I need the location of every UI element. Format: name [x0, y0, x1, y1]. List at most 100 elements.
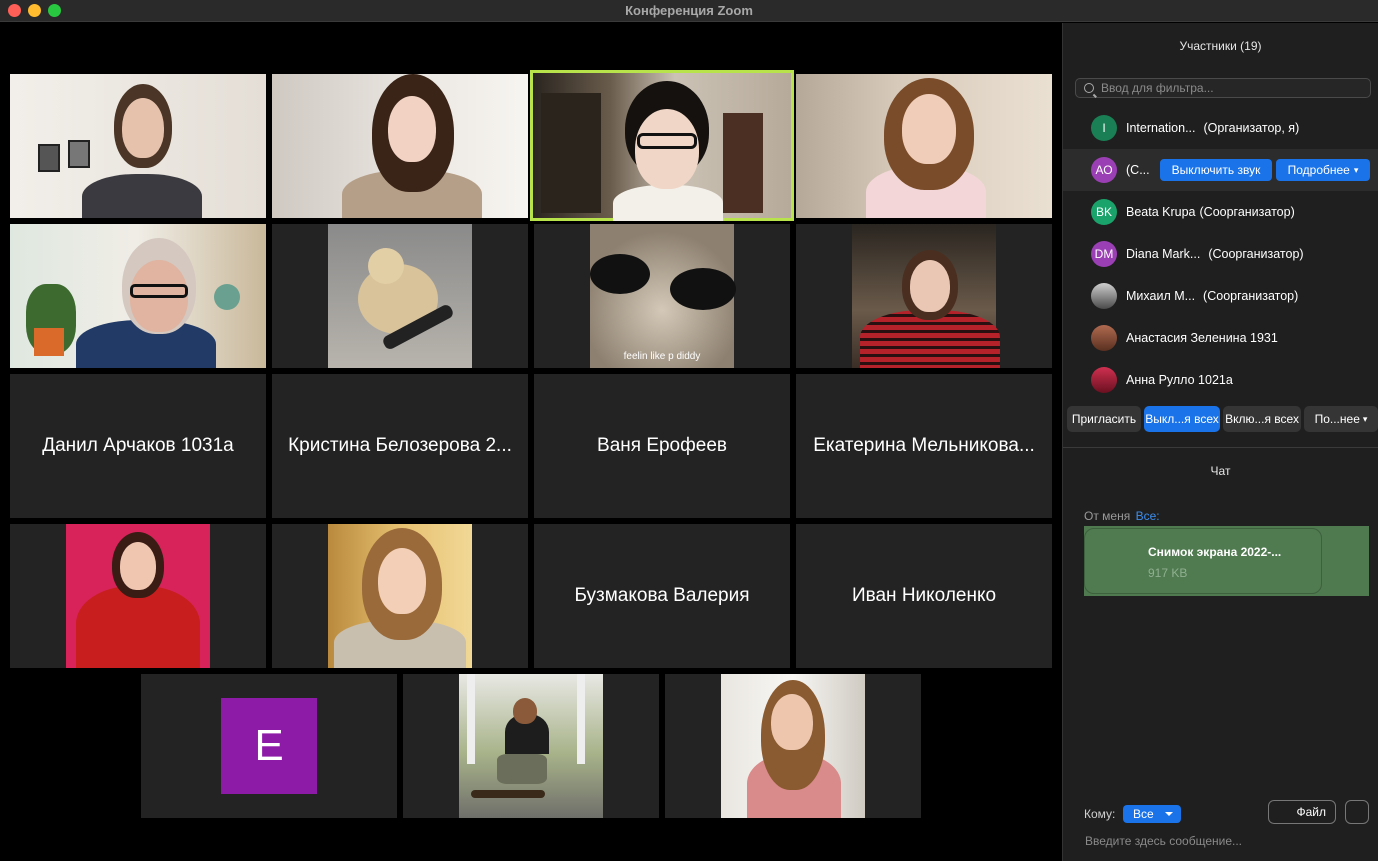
recipient-value: Все: [1133, 807, 1154, 821]
chat-message-input[interactable]: [1085, 834, 1365, 848]
video-tile[interactable]: [272, 224, 528, 368]
video-tile[interactable]: Данил Арчаков 1031а: [10, 374, 266, 518]
video-tile[interactable]: E: [141, 674, 397, 818]
video-tile[interactable]: Екатерина Мельникова...: [796, 374, 1052, 518]
file-name: Снимок экрана 2022-...: [1148, 545, 1282, 559]
more-actions-button[interactable]: По...нее ▾: [1304, 406, 1378, 432]
participant-avatar: E: [221, 698, 317, 794]
video-tile[interactable]: [272, 524, 528, 668]
participant-name: Екатерина Мельникова...: [813, 435, 1035, 456]
video-gallery: feelin like p diddy Данил Арчаков 1031а …: [0, 23, 1062, 861]
participant-avatar: BK: [1091, 199, 1117, 225]
video-tile[interactable]: [403, 674, 659, 818]
participant-video: [533, 73, 791, 221]
video-tile[interactable]: [10, 224, 266, 368]
participant-name: Бузмакова Валерия: [574, 585, 750, 606]
chat-more-button[interactable]: [1345, 800, 1369, 824]
video-tile[interactable]: [10, 74, 266, 218]
participant-row[interactable]: BK Beata Krupa (Соорганизатор): [1063, 191, 1378, 233]
video-tile[interactable]: Кристина Белозерова 2...: [272, 374, 528, 518]
video-tile[interactable]: Ваня Ерофеев: [534, 374, 790, 518]
participant-video: [328, 524, 472, 668]
participant-row[interactable]: АО (С... Выключить звук Подробнее ▾: [1063, 149, 1378, 191]
chat-file-attachment[interactable]: Снимок экрана 2022-... 917 KB: [1084, 526, 1369, 596]
participant-video: [10, 224, 266, 368]
video-tile[interactable]: feelin like p diddy: [534, 224, 790, 368]
participant-role: (Соорганизатор): [1208, 247, 1304, 261]
send-file-button[interactable]: Файл: [1268, 800, 1336, 824]
mute-all-button[interactable]: Выкл...я всех: [1144, 406, 1220, 432]
chevron-down-icon: ▾: [1353, 164, 1359, 175]
panel-divider: [1063, 447, 1378, 448]
participant-video: [10, 74, 266, 218]
participant-avatar-photo: [1091, 367, 1117, 393]
participants-title: Участники (19): [1179, 39, 1262, 53]
filter-input[interactable]: [1101, 81, 1351, 95]
participant-role: (Соорганизатор): [1199, 205, 1295, 219]
video-tile[interactable]: [665, 674, 921, 818]
file-preview: Снимок экрана 2022-... 917 KB: [1084, 528, 1322, 594]
more-actions-label: По...нее: [1314, 412, 1360, 426]
video-tile[interactable]: [272, 74, 528, 218]
participant-video: [66, 524, 210, 668]
participant-name: Иван Николенко: [851, 585, 997, 606]
participant-name: Ваня Ерофеев: [597, 435, 727, 456]
video-caption: feelin like p diddy: [623, 351, 701, 362]
participant-name: Diana Mark...: [1126, 247, 1201, 261]
chevron-down-icon: [1165, 812, 1173, 816]
participant-video: [796, 74, 1052, 218]
participant-avatar: АО: [1091, 157, 1117, 183]
participant-video: [721, 674, 865, 818]
active-speaker-tile[interactable]: [530, 70, 794, 221]
unmute-all-button[interactable]: Вклю...я всех: [1223, 406, 1301, 432]
participant-row[interactable]: I Internation... (Организатор, я): [1063, 107, 1378, 149]
participant-name: Анна Рулло 1021а: [1126, 373, 1233, 387]
participant-video: [272, 74, 528, 218]
participant-row[interactable]: Михаил М... (Соорганизатор): [1063, 275, 1378, 317]
participant-name: Анастасия Зеленина 1931: [1126, 331, 1278, 345]
recipient-select[interactable]: Все: [1123, 805, 1181, 823]
participant-row[interactable]: Анастасия Зеленина 1931: [1063, 317, 1378, 359]
participant-name: Internation...: [1126, 121, 1196, 135]
participant-name: Beata Krupa: [1126, 205, 1196, 219]
more-button-label: Подробнее: [1287, 163, 1350, 177]
participant-avatar-photo: [1091, 283, 1117, 309]
title-bar: Конференция Zoom: [0, 0, 1378, 22]
participant-video: [328, 224, 472, 368]
search-icon: [1084, 83, 1094, 93]
participant-filter[interactable]: [1075, 78, 1371, 98]
video-tile[interactable]: Иван Николенко: [796, 524, 1052, 668]
participant-avatar-photo: [1091, 325, 1117, 351]
participant-row[interactable]: Анна Рулло 1021а: [1063, 359, 1378, 397]
participant-role: (Организатор, я): [1203, 121, 1300, 135]
participant-video: [459, 674, 603, 818]
video-tile[interactable]: Бузмакова Валерия: [534, 524, 790, 668]
invite-button[interactable]: Пригласить: [1067, 406, 1141, 432]
chat-sender: От меня: [1084, 509, 1131, 523]
participant-row[interactable]: DM Diana Mark... (Соорганизатор): [1063, 233, 1378, 275]
participant-name: Данил Арчаков 1031а: [42, 435, 234, 456]
participant-avatar: I: [1091, 115, 1117, 141]
chat-message-header: От меня Все:: [1084, 509, 1160, 523]
participant-name: (С...: [1126, 163, 1150, 177]
chat-title: Чат: [1210, 464, 1231, 478]
video-tile[interactable]: [796, 224, 1052, 368]
participant-avatar: DM: [1091, 241, 1117, 267]
participant-name: Михаил М...: [1126, 289, 1196, 303]
side-panel: Участники (19) I Internation... (Организ…: [1062, 23, 1378, 861]
chat-recipient-link[interactable]: Все:: [1136, 509, 1160, 523]
chevron-down-icon: ▾: [1362, 413, 1368, 424]
participant-actions: Пригласить Выкл...я всех Вклю...я всех П…: [1067, 406, 1378, 432]
more-participant-button[interactable]: Подробнее ▾: [1276, 159, 1370, 181]
video-tile[interactable]: [10, 524, 266, 668]
recipient-label: Кому:: [1084, 807, 1116, 821]
mute-participant-button[interactable]: Выключить звук: [1160, 159, 1272, 181]
participant-list: I Internation... (Организатор, я) АО (С.…: [1063, 107, 1378, 397]
file-size: 917 KB: [1148, 566, 1188, 580]
participant-video: [852, 224, 1000, 368]
window-title: Конференция Zoom: [625, 3, 753, 18]
participant-name: Кристина Белозерова 2...: [288, 435, 512, 456]
participant-role: (Соорганизатор): [1203, 289, 1299, 303]
video-tile[interactable]: [796, 74, 1052, 218]
participant-video: feelin like p diddy: [590, 224, 736, 368]
